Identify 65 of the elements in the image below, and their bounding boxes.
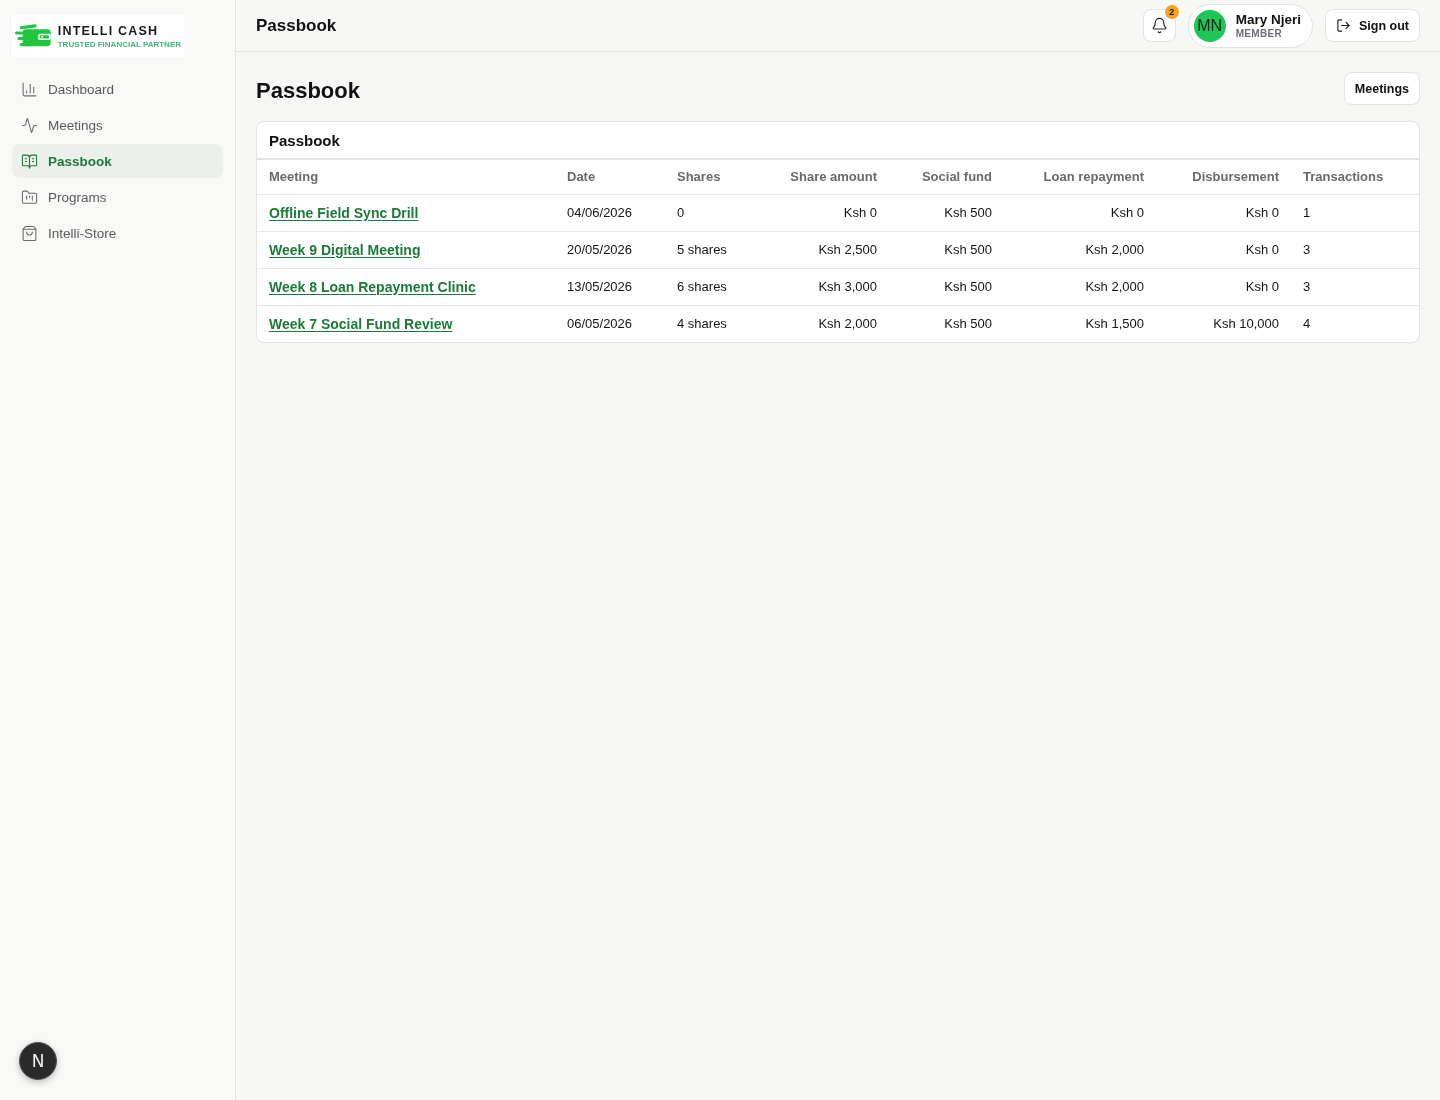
column-header: Share amount (765, 160, 889, 194)
table-cell: Ksh 500 (889, 305, 1004, 342)
table-cell: Ksh 0 (1156, 194, 1291, 231)
meeting-link[interactable]: Week 7 Social Fund Review (269, 315, 453, 332)
shopping-bag-icon (21, 224, 38, 242)
meeting-link[interactable]: Offline Field Sync Drill (269, 204, 419, 221)
avatar: MN (1193, 9, 1226, 42)
column-header: Meeting (257, 160, 555, 194)
meetings-button[interactable]: Meetings (1343, 72, 1420, 105)
page-title: Passbook (256, 77, 360, 104)
bell-icon (1150, 17, 1168, 34)
table-cell: Ksh 3,000 (765, 268, 889, 305)
table-cell: Ksh 0 (765, 194, 889, 231)
sign-out-button[interactable]: Sign out (1325, 9, 1420, 42)
meeting-link[interactable]: Week 9 Digital Meeting (269, 241, 421, 258)
column-header: Disbursement (1156, 160, 1291, 194)
column-header: Transactions (1291, 160, 1419, 194)
meeting-link[interactable]: Week 8 Loan Repayment Clinic (269, 278, 476, 295)
sidebar-item[interactable]: Programs (12, 180, 223, 214)
table-cell: Ksh 500 (889, 231, 1004, 268)
table-cell: 04/06/2026 (555, 194, 665, 231)
table-cell: Ksh 1,500 (1004, 305, 1156, 342)
table-cell: Ksh 0 (1156, 268, 1291, 305)
table-cell: Ksh 10,000 (1156, 305, 1291, 342)
brand-tagline: TRUSTED FINANCIAL PARTNER (57, 39, 181, 49)
open-book-icon (21, 152, 38, 170)
header-title: Passbook (256, 15, 338, 36)
table-cell: Ksh 2,500 (765, 231, 889, 268)
table-cell: 5 shares (665, 231, 765, 268)
user-role: MEMBER (1235, 27, 1283, 39)
folder-icon (21, 188, 38, 206)
column-header: Shares (665, 160, 765, 194)
table-cell: Ksh 2,000 (765, 305, 889, 342)
table-cell: 13/05/2026 (555, 268, 665, 305)
table-cell: 4 shares (665, 305, 765, 342)
column-header: Date (555, 160, 665, 194)
notification-count: 2 (1164, 5, 1179, 19)
table-cell: 0 (665, 194, 765, 231)
table-cell: Ksh 500 (889, 268, 1004, 305)
sidebar-item[interactable]: Meetings (12, 108, 223, 142)
table-cell: Ksh 0 (1156, 231, 1291, 268)
table-cell: 4 (1291, 305, 1419, 342)
user-chip[interactable]: MN Mary Njeri MEMBER (1187, 3, 1313, 48)
table-cell: 06/05/2026 (555, 305, 665, 342)
table-cell: 3 (1291, 231, 1419, 268)
table-cell: Ksh 500 (889, 194, 1004, 231)
bar-chart-icon (21, 80, 38, 98)
pulse-line-icon (21, 116, 38, 134)
brand-name: INTELLI CASH (57, 23, 160, 38)
table-cell: 1 (1291, 194, 1419, 231)
table-cell: 6 shares (665, 268, 765, 305)
column-header: Social fund (889, 160, 1004, 194)
table-cell: Ksh 2,000 (1004, 231, 1156, 268)
card-title: Passbook (269, 131, 340, 149)
table-cell: Ksh 0 (1004, 194, 1156, 231)
sidebar-item[interactable]: Dashboard (12, 72, 223, 106)
table-cell: Ksh 2,000 (1004, 268, 1156, 305)
table-cell: 3 (1291, 268, 1419, 305)
sign-out-icon (1336, 18, 1351, 33)
sidebar-item[interactable]: Passbook (12, 144, 223, 178)
sidebar-item[interactable]: Intelli-Store (12, 216, 223, 250)
dev-tools-button[interactable]: N (19, 1042, 57, 1080)
column-header: Loan repayment (1004, 160, 1156, 194)
user-name: Mary Njeri (1235, 12, 1301, 28)
table-cell: 20/05/2026 (555, 231, 665, 268)
